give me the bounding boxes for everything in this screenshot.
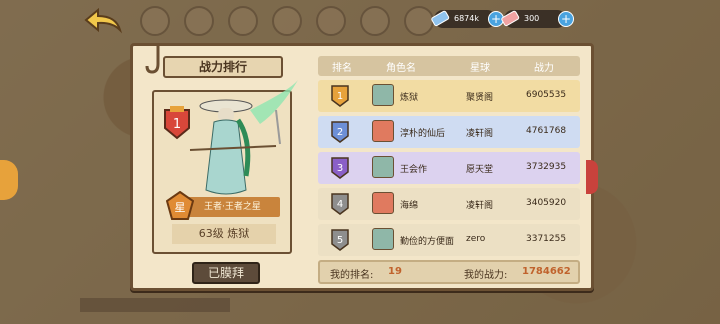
row-planet: 愿天堂 (466, 165, 494, 175)
row-planet: 凌轩阁 (466, 129, 494, 139)
row-power: 3371255 (526, 234, 567, 244)
resource-value: 300 (524, 14, 540, 23)
my-power-value: 1784662 (522, 266, 571, 277)
ticket-blue-icon (431, 10, 450, 27)
menu-icon[interactable] (316, 6, 346, 36)
player-avatar[interactable] (372, 156, 394, 178)
rank-badge-icon: 5 (331, 229, 349, 251)
star-badge-icon: 星 (166, 191, 194, 220)
resource-counter-1: 6874k + (431, 10, 504, 28)
table-row[interactable]: 1 炼狱 聚贤阁 6905535 (318, 80, 580, 112)
hero-portrait (189, 80, 298, 195)
row-power: 3732935 (526, 162, 567, 172)
hero-rank: 1 (173, 117, 181, 132)
row-player-name: 炼狱 (400, 93, 419, 103)
rank-badge-icon: 1 (331, 85, 349, 107)
row-power: 4761768 (526, 126, 567, 136)
table-row[interactable]: 2 淳朴的仙后 凌轩阁 4761768 (318, 116, 580, 148)
rank-badge-icon: 2 (331, 121, 349, 143)
ranking-table: 排名 角色名 星球 战力 1 炼狱 聚贤阁 6905535 2 淳朴的仙后 凌轩阁 47617… (318, 56, 580, 258)
rank-badge-icon: 4 (331, 193, 349, 215)
row-player-name: 勤俭的方便面 (400, 237, 455, 247)
row-rank: 2 (337, 127, 343, 138)
row-power: 6905535 (526, 90, 567, 100)
row-planet: 聚贤阁 (466, 93, 494, 103)
row-rank: 5 (337, 235, 343, 246)
menu-icon[interactable] (228, 6, 258, 36)
row-planet: 凌轩阁 (466, 201, 494, 211)
header-name: 角色名 (386, 63, 416, 74)
row-rank: 3 (337, 163, 343, 174)
row-rank: 1 (337, 91, 343, 102)
table-row[interactable]: 3 王会作 愿天堂 3732935 (318, 152, 580, 184)
row-power: 3405920 (526, 198, 567, 208)
chat-bar[interactable] (80, 298, 230, 312)
hero-level-name: 63级 炼狱 (172, 224, 276, 244)
my-ranking-bar: 我的排名: 19 我的战力: 1784662 (318, 260, 580, 284)
add-resource-button[interactable]: + (558, 11, 574, 27)
star-badge-text: 星 (175, 201, 186, 214)
my-rank-label: 我的排名: (330, 270, 374, 281)
header-planet: 星球 (470, 63, 490, 74)
side-menu-button[interactable] (0, 160, 18, 200)
hero-title-text: 王者·王者之星 (204, 202, 261, 212)
row-player-name: 王会作 (400, 165, 428, 175)
header-rank: 排名 (332, 63, 352, 74)
rank-shield-icon: 1 (164, 106, 190, 140)
my-rank-value: 19 (388, 266, 402, 277)
panel-close-tab[interactable] (586, 160, 598, 194)
back-arrow-icon[interactable] (82, 8, 124, 34)
resource-value: 6874k (454, 14, 479, 23)
worship-button[interactable]: 已膜拜 (192, 262, 260, 284)
table-row[interactable]: 5 勤俭的方便面 zero 3371255 (318, 224, 580, 256)
menu-icon[interactable] (360, 6, 390, 36)
rank-badge-icon: 3 (331, 157, 349, 179)
table-row[interactable]: 4 海绵 凌轩阁 3405920 (318, 188, 580, 220)
row-rank: 4 (337, 199, 343, 210)
row-player-name: 海绵 (400, 201, 419, 211)
menu-icon[interactable] (272, 6, 302, 36)
table-header: 排名 角色名 星球 战力 (318, 56, 580, 76)
player-avatar[interactable] (372, 120, 394, 142)
row-planet: zero (466, 234, 486, 244)
top-menu-icons (140, 6, 434, 36)
player-avatar[interactable] (372, 84, 394, 106)
player-avatar[interactable] (372, 192, 394, 214)
header-power: 战力 (534, 63, 554, 74)
menu-icon[interactable] (184, 6, 214, 36)
panel-title: 战力排行 (163, 56, 283, 78)
row-player-name: 淳朴的仙后 (400, 129, 446, 139)
my-power-label: 我的战力: (464, 270, 508, 281)
resource-counter-2: 300 + (501, 10, 574, 28)
menu-icon[interactable] (140, 6, 170, 36)
player-avatar[interactable] (372, 228, 394, 250)
ticket-red-icon (501, 10, 520, 27)
